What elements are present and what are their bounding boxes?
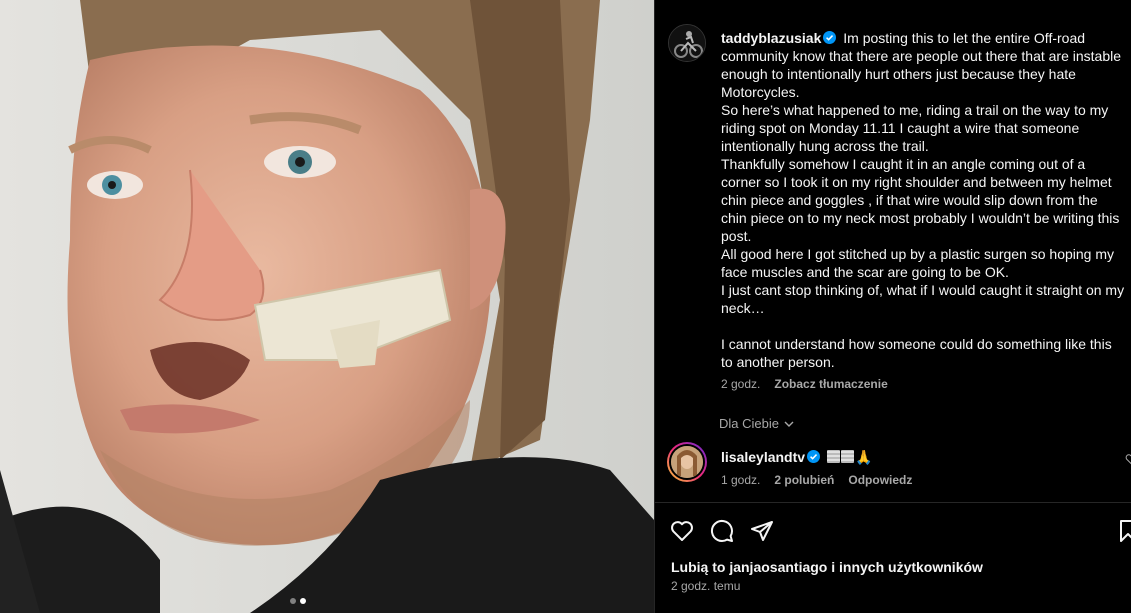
- commenter-username[interactable]: lisaleylandtv: [721, 449, 805, 465]
- post-caption: taddyblazusiak Im posting this to let th…: [721, 29, 1127, 371]
- caption-time[interactable]: 2 godz.: [721, 377, 760, 391]
- heart-icon: [1125, 454, 1131, 465]
- comment-icon: [710, 519, 733, 542]
- carousel-indicator: [290, 598, 306, 604]
- section-divider: [655, 502, 1131, 503]
- bookmark-icon: [1120, 520, 1131, 542]
- emoji-icon: [840, 450, 854, 463]
- comment-like-button[interactable]: [1125, 452, 1131, 470]
- comment-body: lisaleylandtv 🙏: [721, 448, 872, 466]
- comment-filter-dropdown[interactable]: Dla Ciebie: [719, 416, 795, 431]
- post-timestamp: 2 godz. temu: [671, 579, 741, 593]
- caption-line: I just cant stop thinking of, what if I …: [721, 282, 1125, 316]
- face-photo: [0, 0, 654, 613]
- translate-link[interactable]: Zobacz tłumaczenie: [774, 377, 887, 391]
- comment-likes[interactable]: 2 polubień: [774, 473, 834, 487]
- caption-line: All good here I got stitched up by a pla…: [721, 246, 1115, 280]
- carousel-dot-active: [300, 598, 306, 604]
- author-username[interactable]: taddyblazusiak: [721, 30, 821, 46]
- carousel-dot: [290, 598, 296, 604]
- like-button[interactable]: [669, 518, 695, 544]
- post-actions: [669, 518, 775, 544]
- motocross-avatar-icon: [669, 25, 705, 61]
- caption-line: Thankfully somehow I caught it in an ang…: [721, 156, 1120, 244]
- save-button[interactable]: [1115, 518, 1131, 544]
- comment-meta: 1 godz. 2 polubień Odpowiedz: [721, 473, 912, 487]
- heart-icon: [671, 521, 693, 541]
- commenter-avatar[interactable]: [667, 442, 707, 482]
- verified-badge-icon: [807, 450, 821, 463]
- emoji-icon: [826, 450, 840, 463]
- share-icon: [751, 521, 773, 541]
- author-avatar[interactable]: [668, 24, 706, 62]
- for-you-label: Dla Ciebie: [719, 416, 779, 431]
- caption-meta: 2 godz. Zobacz tłumaczenie: [721, 377, 888, 391]
- commenter-photo: [671, 446, 703, 478]
- comment-emoji: 🙏: [854, 449, 873, 465]
- comment-time[interactable]: 1 godz.: [721, 473, 760, 487]
- post-image[interactable]: [0, 0, 654, 613]
- caption-blank-line: [721, 317, 1127, 335]
- likes-summary[interactable]: Lubią to janjaosantiago i innych użytkow…: [671, 559, 983, 575]
- chevron-down-icon: [784, 421, 794, 427]
- comment-button[interactable]: [709, 518, 735, 544]
- caption-line: I cannot understand how someone could do…: [721, 336, 1112, 370]
- post-details-panel: taddyblazusiak Im posting this to let th…: [654, 0, 1131, 613]
- verified-badge-icon: [823, 31, 837, 44]
- caption-line: So here’s what happened to me, riding a …: [721, 102, 1109, 154]
- reply-button[interactable]: Odpowiedz: [848, 473, 912, 487]
- share-button[interactable]: [749, 518, 775, 544]
